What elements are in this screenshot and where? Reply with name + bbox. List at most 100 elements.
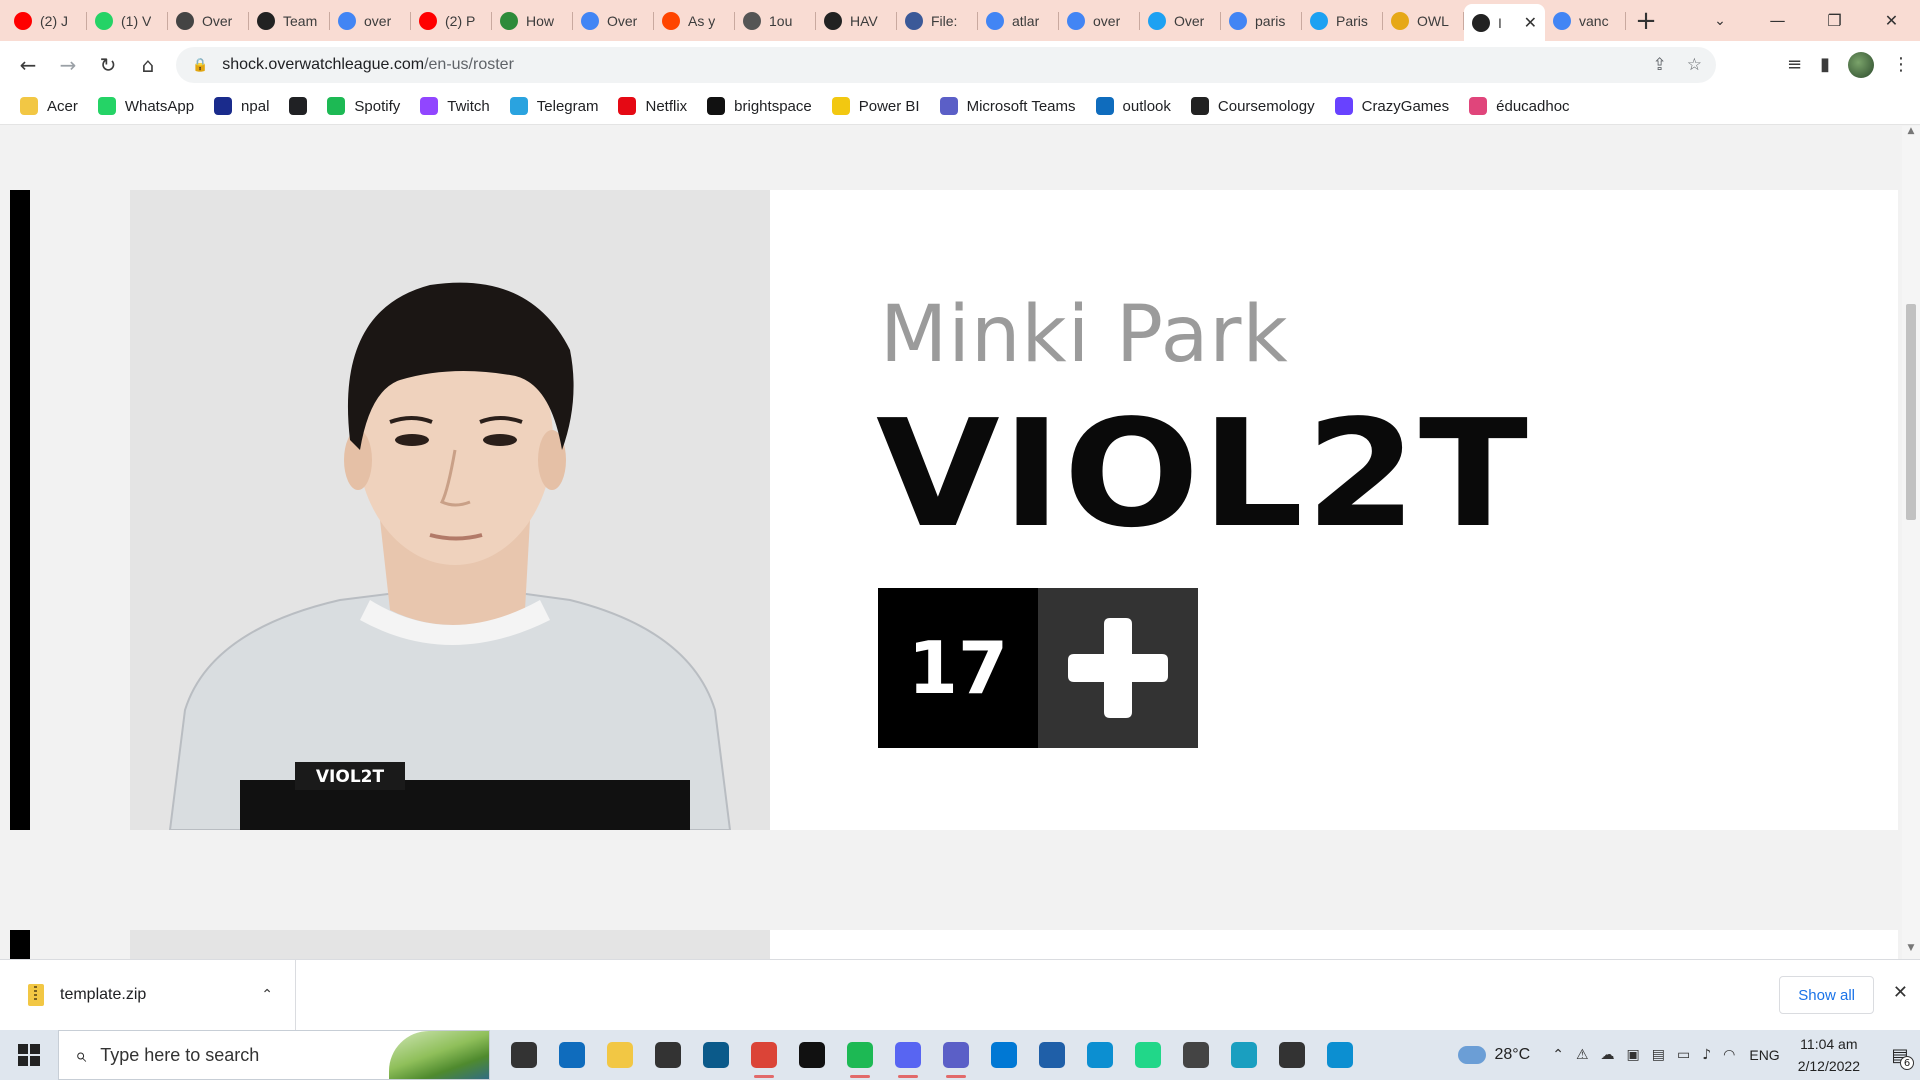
owl-icon — [1391, 11, 1409, 30]
tab-title: atlar — [1012, 12, 1040, 29]
browser-tab[interactable]: Over — [573, 0, 654, 41]
taskbar-app[interactable] — [1076, 1030, 1124, 1080]
menu-icon[interactable]: ⋮ — [1892, 54, 1910, 75]
taskbar-app[interactable] — [884, 1030, 932, 1080]
restore-button[interactable]: ❐ — [1806, 0, 1863, 41]
taskbar-app[interactable] — [980, 1030, 1028, 1080]
bookmark-item[interactable]: Spotify — [327, 97, 400, 115]
device-icon[interactable]: ▣ — [1627, 1047, 1640, 1063]
unity-icon — [1183, 1042, 1209, 1068]
address-bar[interactable]: 🔒 shock.overwatchleague.com/en-us/roster… — [176, 47, 1716, 83]
tab-search-icon[interactable]: ⌄ — [1700, 0, 1740, 41]
volume-icon[interactable]: ♪ — [1702, 1047, 1711, 1063]
minimize-button[interactable]: — — [1749, 0, 1806, 41]
home-icon[interactable]: ⌂ — [128, 47, 168, 83]
forward-icon[interactable]: → — [48, 47, 88, 83]
bookmark-item[interactable]: WhatsApp — [97, 97, 194, 115]
close-tab-icon[interactable]: ✕ — [1524, 13, 1537, 33]
player-card-next[interactable] — [130, 930, 1898, 959]
npal-icon — [214, 97, 233, 115]
profile-avatar[interactable] — [1848, 51, 1874, 78]
new-tab-button[interactable]: + — [1626, 0, 1666, 41]
taskbar-app[interactable] — [596, 1030, 644, 1080]
bookmark-item[interactable]: brightspace — [707, 97, 812, 115]
scroll-up-arrow-icon[interactable]: ▲ — [1902, 126, 1920, 142]
close-icon[interactable]: ✕ — [1893, 982, 1908, 1003]
browser-tab[interactable]: HAV — [816, 0, 897, 41]
bookmark-item[interactable]: Acer — [20, 97, 78, 115]
taskbar-app[interactable] — [836, 1030, 884, 1080]
bookmark-item[interactable]: Power BI — [831, 97, 920, 115]
browser-tab[interactable]: I ✕ — [1464, 4, 1545, 41]
browser-tab[interactable]: over — [1059, 0, 1140, 41]
show-hidden-icons-icon[interactable]: ⌃ — [1552, 1047, 1564, 1063]
taskbar-app[interactable] — [1220, 1030, 1268, 1080]
bookmark-item[interactable]: npal — [214, 97, 269, 115]
page-scrollbar[interactable]: ▲ ▼ — [1902, 126, 1920, 959]
browser-tab[interactable]: 1ou — [735, 0, 816, 41]
bookmark-item[interactable]: Netflix — [618, 97, 687, 115]
browser-tab[interactable]: (2) J — [6, 0, 87, 41]
bookmark-item[interactable]: éducadhoc — [1469, 97, 1570, 115]
back-icon[interactable]: ← — [8, 47, 48, 83]
bookmark-label: Spotify — [354, 97, 401, 115]
taskbar-app[interactable] — [692, 1030, 740, 1080]
meet-icon[interactable]: ▤ — [1652, 1047, 1665, 1063]
taskbar-app[interactable] — [500, 1030, 548, 1080]
taskbar-app[interactable] — [788, 1030, 836, 1080]
bookmark-item[interactable]: Telegram — [509, 97, 598, 115]
notification-center-icon[interactable]: ▤ 6 — [1880, 1030, 1920, 1080]
browser-tab[interactable]: Team — [249, 0, 330, 41]
bookmark-item[interactable] — [289, 97, 308, 115]
player-card[interactable]: VIOL2T Minki Park VIOL2T 17 — [130, 190, 1898, 830]
language-indicator[interactable]: ENG — [1749, 1047, 1779, 1063]
bookmark-item[interactable]: CrazyGames — [1334, 97, 1449, 115]
start-button[interactable] — [0, 1030, 58, 1080]
browser-tab[interactable]: paris — [1221, 0, 1302, 41]
bookmark-item[interactable]: Microsoft Teams — [939, 97, 1076, 115]
taskbar-app[interactable] — [932, 1030, 980, 1080]
browser-tab[interactable]: over — [330, 0, 411, 41]
bookmark-item[interactable]: outlook — [1095, 97, 1171, 115]
show-all-button[interactable]: Show all — [1779, 976, 1874, 1014]
taskbar-app[interactable] — [1124, 1030, 1172, 1080]
side-panel-icon[interactable]: ▮ — [1820, 54, 1830, 75]
browser-tab[interactable]: (1) V — [87, 0, 168, 41]
taskbar-search[interactable]: ⌕ Type here to search — [58, 1030, 490, 1080]
close-window-button[interactable]: ✕ — [1863, 0, 1920, 41]
browser-tab[interactable]: Paris — [1302, 0, 1383, 41]
bookmark-item[interactable]: Coursemology — [1190, 97, 1315, 115]
taskbar-app[interactable] — [1268, 1030, 1316, 1080]
browser-tab[interactable]: File: — [897, 0, 978, 41]
browser-tab[interactable]: Over — [168, 0, 249, 41]
browser-tab[interactable]: How — [492, 0, 573, 41]
share-icon[interactable]: ⇪ — [1653, 55, 1667, 75]
taskbar-app[interactable] — [1172, 1030, 1220, 1080]
bookmark-item[interactable]: Twitch — [420, 97, 490, 115]
wifi-icon[interactable]: ◠ — [1723, 1047, 1735, 1063]
browser-tab[interactable]: vanc — [1545, 0, 1626, 41]
taskbar-app[interactable] — [1028, 1030, 1076, 1080]
browser-tab[interactable]: As y — [654, 0, 735, 41]
browser-tab[interactable]: (2) P — [411, 0, 492, 41]
network-warning-icon[interactable]: ⚠ — [1576, 1047, 1589, 1063]
taskbar-app[interactable] — [548, 1030, 596, 1080]
onedrive-icon[interactable]: ☁ — [1601, 1047, 1615, 1063]
scroll-down-arrow-icon[interactable]: ▼ — [1902, 943, 1920, 959]
weather-widget[interactable]: 28°C — [1458, 1046, 1530, 1064]
browser-tab[interactable]: Over — [1140, 0, 1221, 41]
taskbar-app[interactable] — [740, 1030, 788, 1080]
battery-icon[interactable]: ▭ — [1677, 1047, 1690, 1063]
browser-tab[interactable]: atlar — [978, 0, 1059, 41]
chevron-up-icon[interactable]: ⌃ — [261, 987, 273, 1003]
bookmark-star-icon[interactable]: ☆ — [1687, 55, 1702, 75]
reload-icon[interactable]: ↻ — [88, 47, 128, 83]
taskbar-app[interactable] — [644, 1030, 692, 1080]
browser-tab[interactable]: OWL — [1383, 0, 1464, 41]
clock[interactable]: 11:04 am 2/12/2022 — [1798, 1033, 1860, 1077]
media-control-icon[interactable]: ≡ — [1787, 54, 1802, 75]
download-item[interactable]: template.zip ⌃ — [0, 959, 296, 1031]
scroll-thumb[interactable] — [1906, 304, 1916, 520]
downloads-bar: template.zip ⌃ Show all ✕ — [0, 959, 1920, 1031]
taskbar-app[interactable] — [1316, 1030, 1364, 1080]
